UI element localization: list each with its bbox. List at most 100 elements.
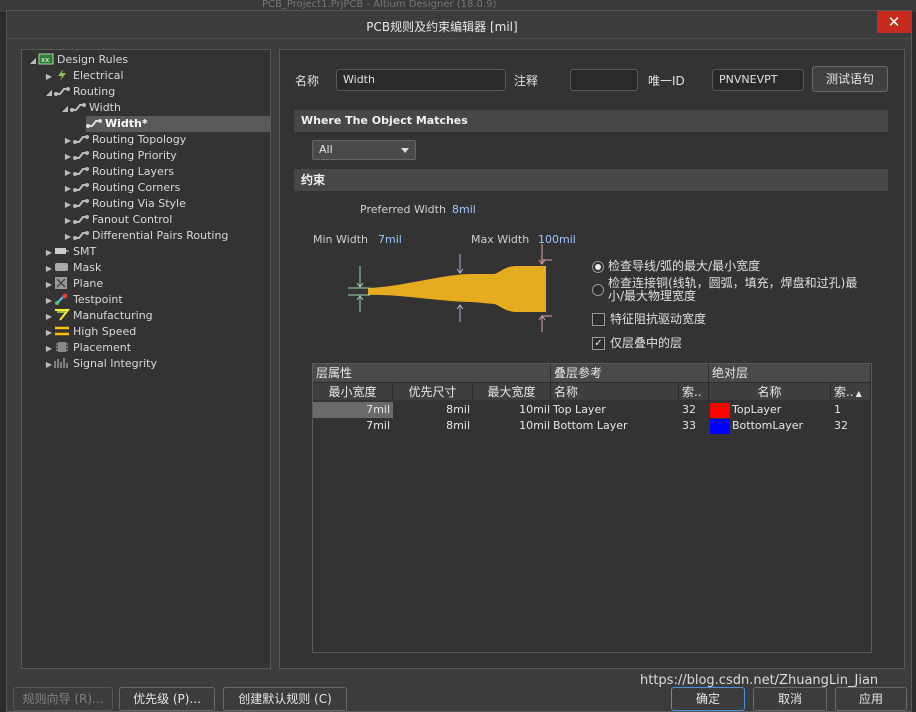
tree-item-routing-corners[interactable]: ▶ Routing Corners xyxy=(63,180,180,196)
column-header-layer-name[interactable]: 名称 xyxy=(709,382,831,400)
preferred-width-value[interactable]: 8mil xyxy=(452,203,476,216)
stack-layers-only-label: 仅层叠中的层 xyxy=(610,336,683,350)
rule-detail-panel: 名称 Width 注释 唯一ID PNVNEVPT 测试语句 Where The… xyxy=(279,49,905,669)
impedance-driven-checkbox[interactable] xyxy=(592,313,605,326)
expand-arrow-icon[interactable]: ▶ xyxy=(63,133,73,149)
tree-item-differential-pairs-routing[interactable]: ▶ Differential Pairs Routing xyxy=(63,228,229,245)
expand-arrow-icon[interactable]: ▶ xyxy=(44,357,54,373)
layer-width-table[interactable]: 层属性 叠层参考 绝对层 最小宽度 优先尺寸 最大宽度 名称 索.. 名称 索.… xyxy=(312,363,872,653)
column-header-preferred-size[interactable]: 优先尺寸 xyxy=(393,382,473,400)
close-icon: ✕ xyxy=(887,13,901,31)
cancel-button[interactable]: 取消 xyxy=(753,687,827,711)
column-header-stack-index[interactable]: 索.. xyxy=(679,382,709,400)
tree-item-fanout-control[interactable]: ▶ Fanout Control xyxy=(63,212,172,228)
unique-id-field[interactable]: PNVNEVPT xyxy=(712,69,804,91)
tree-item-testpoint[interactable]: ▶ Testpoint xyxy=(44,292,123,308)
column-header-max-width[interactable]: 最大宽度 xyxy=(473,382,551,400)
check-copper-label-line2: 小/最大物理宽度 xyxy=(608,289,697,303)
create-default-rules-button[interactable]: 创建默认规则 (C) xyxy=(223,687,347,711)
expand-arrow-icon[interactable]: ▶ xyxy=(44,245,54,261)
electrical-icon xyxy=(54,69,70,81)
tree-item-placement[interactable]: ▶ Placement xyxy=(44,340,131,356)
routing-icon xyxy=(73,213,89,225)
svg-text:xx: xx xyxy=(41,56,49,64)
routing-icon xyxy=(70,101,86,113)
expand-arrow-icon[interactable]: ▶ xyxy=(63,213,73,229)
title-bar[interactable]: PCB规则及约束编辑器 [mil] ✕ xyxy=(7,11,911,39)
row1-preferred[interactable]: 8mil xyxy=(393,402,473,418)
unique-id-label: 唯一ID xyxy=(648,74,685,88)
tree-item-design-rules[interactable]: ◢ xx Design Rules xyxy=(28,52,128,68)
bottom-layer-color-swatch xyxy=(710,419,730,434)
tree-item-electrical[interactable]: ▶ Electrical xyxy=(44,68,124,84)
expand-arrow-icon[interactable]: ▶ xyxy=(63,165,73,181)
row1-max-width[interactable]: 10mil xyxy=(473,402,553,418)
tree-item-mask[interactable]: ▶ Mask xyxy=(44,260,101,276)
name-label: 名称 xyxy=(295,74,320,88)
expand-arrow-icon[interactable]: ▶ xyxy=(44,293,54,309)
rule-wizard-button[interactable]: 规则向导 (R)... xyxy=(13,687,113,711)
tree-item-routing-layers[interactable]: ▶ Routing Layers xyxy=(63,164,174,180)
row1-stack-index: 32 xyxy=(682,403,696,416)
routing-icon xyxy=(73,197,89,209)
routing-icon xyxy=(73,229,89,241)
column-header-layer-index[interactable]: 索.. ▲ xyxy=(831,382,871,400)
check-copper-radio[interactable] xyxy=(592,284,604,296)
tree-item-routing-topology[interactable]: ▶ Routing Topology xyxy=(63,132,186,148)
expand-arrow-icon[interactable]: ▶ xyxy=(63,229,73,245)
tree-item-routing-priority[interactable]: ▶ Routing Priority xyxy=(63,148,177,164)
plane-icon xyxy=(54,277,70,289)
ok-button[interactable]: 确定 xyxy=(671,687,745,711)
collapse-arrow-icon[interactable]: ◢ xyxy=(60,101,70,117)
comment-label: 注释 xyxy=(514,74,539,88)
tree-item-manufacturing[interactable]: ▶ Manufacturing xyxy=(44,308,153,324)
expand-arrow-icon[interactable]: ▶ xyxy=(44,277,54,293)
expand-arrow-icon[interactable]: ▶ xyxy=(63,181,73,197)
collapse-arrow-icon[interactable]: ◢ xyxy=(28,53,38,69)
collapse-arrow-icon[interactable]: ◢ xyxy=(44,85,54,101)
expand-arrow-icon[interactable]: ▶ xyxy=(63,197,73,213)
expand-arrow-icon[interactable]: ▶ xyxy=(44,261,54,277)
row1-layer-index: 1 xyxy=(834,403,841,416)
check-track-arc-radio[interactable] xyxy=(592,261,604,273)
test-query-button[interactable]: 测试语句 xyxy=(812,66,888,92)
expand-arrow-icon[interactable]: ▶ xyxy=(63,149,73,165)
constraints-section-header: 约束 xyxy=(294,169,888,191)
row2-layer-name: BottomLayer xyxy=(732,419,804,432)
row2-min-width[interactable]: 7mil xyxy=(313,418,393,434)
name-field[interactable]: Width xyxy=(336,69,506,91)
comment-field[interactable] xyxy=(570,69,638,91)
stack-layers-only-checkbox[interactable]: ✓ xyxy=(592,337,605,350)
column-header-stack-name[interactable]: 名称 xyxy=(551,382,679,400)
where-section-header: Where The Object Matches xyxy=(294,110,888,132)
tree-item-signal-integrity[interactable]: ▶ Signal Integrity xyxy=(44,356,157,372)
min-width-markers xyxy=(348,266,370,312)
expand-arrow-icon[interactable]: ▶ xyxy=(44,69,54,85)
tree-item-smt[interactable]: ▶ SMT xyxy=(44,244,96,260)
row2-max-width[interactable]: 10mil xyxy=(473,418,553,434)
close-button[interactable]: ✕ xyxy=(877,11,911,33)
expand-arrow-icon[interactable]: ▶ xyxy=(44,309,54,325)
row1-stack-name: Top Layer xyxy=(553,403,606,416)
tree-item-width[interactable]: ◢ Width xyxy=(60,100,121,116)
tree-item-routing-via-style[interactable]: ▶ Routing Via Style xyxy=(63,196,186,212)
row2-preferred[interactable]: 8mil xyxy=(393,418,473,434)
row1-min-width[interactable]: 7mil xyxy=(313,402,393,418)
trace-shape xyxy=(368,266,546,312)
expand-arrow-icon[interactable]: ▶ xyxy=(44,325,54,341)
dropdown-value: All xyxy=(319,143,333,156)
priority-button[interactable]: 优先级 (P)... xyxy=(119,687,215,711)
tree-item-width-rule-selected[interactable]: Width* xyxy=(86,116,270,132)
rules-tree[interactable]: ◢ xx Design Rules ▶ Electrical ◢ Routing ◢ Wi… xyxy=(21,49,271,669)
background-window-title: PCB_Project1.PrjPCB - Altium Designer (1… xyxy=(262,0,497,10)
tree-item-high-speed[interactable]: ▶ High Speed xyxy=(44,324,136,340)
tree-item-routing[interactable]: ◢ Routing xyxy=(44,84,115,100)
expand-arrow-icon[interactable]: ▶ xyxy=(44,341,54,357)
rules-editor-dialog: PCB规则及约束编辑器 [mil] ✕ ◢ xx Design Rules ▶ Ele… xyxy=(6,10,912,712)
apply-button[interactable]: 应用 xyxy=(835,687,907,711)
mask-icon xyxy=(54,261,70,273)
column-header-min-width[interactable]: 最小宽度 xyxy=(313,382,393,400)
trace-width-diagram xyxy=(348,244,552,332)
tree-item-plane[interactable]: ▶ Plane xyxy=(44,276,103,292)
object-match-dropdown[interactable]: All xyxy=(312,140,416,160)
